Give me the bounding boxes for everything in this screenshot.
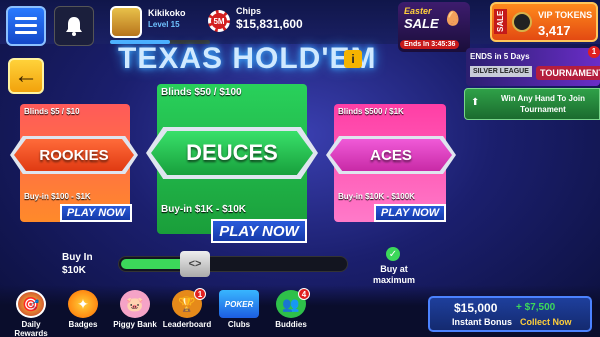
sale-tag-icon: SALE: [494, 8, 507, 34]
buddies-badge: 4: [298, 288, 310, 300]
aces-label: ACES: [330, 139, 452, 171]
aces-blinds: Blinds $500 / $1K: [338, 107, 404, 116]
tournament-league: SILVER LEAGUE: [470, 66, 532, 77]
rookies-label: ROOKIES: [14, 139, 134, 171]
nav-clubs[interactable]: POKER Clubs: [214, 290, 264, 329]
deuces-label: DEUCES: [151, 131, 313, 175]
nav-daily-rewards[interactable]: 🎯 Daily Rewards: [6, 290, 56, 337]
vip-tokens-button[interactable]: SALE VIP TOKENS 3,417: [490, 2, 598, 42]
arrow-left-icon: ←: [14, 62, 38, 89]
nav-label: Daily Rewards: [14, 320, 48, 337]
join-text: Win Any Hand To Join Tournament: [501, 94, 585, 114]
menu-button[interactable]: [6, 6, 46, 46]
deuces-play-button[interactable]: PLAY NOW: [211, 219, 307, 243]
target-icon: 🎯: [16, 290, 46, 318]
easter-sale-button[interactable]: Easter SALE 🥚 Ends In 3:45:36: [398, 2, 470, 52]
buyin-value: $10K: [62, 265, 86, 276]
chips-label: Chips: [236, 6, 262, 16]
avatar[interactable]: [110, 6, 142, 38]
nav-label: Clubs: [227, 320, 251, 329]
bonus-amount: $15,000: [454, 301, 498, 315]
notifications-button[interactable]: [54, 6, 94, 46]
join-tournament-button[interactable]: ⬆ Win Any Hand To Join Tournament: [464, 88, 600, 120]
user-up-icon: ⬆: [471, 97, 480, 108]
aces-buyin: Buy-in $10K - $100K: [338, 192, 415, 201]
nav-label: Badges: [68, 320, 98, 329]
nav-leaderboard[interactable]: 🏆 1 Leaderboard: [162, 288, 212, 329]
tournament-badge: 1: [588, 46, 600, 58]
aces-play-button[interactable]: PLAY NOW: [374, 204, 446, 222]
nav-label: Buddies: [275, 320, 307, 329]
sale-timer: Ends In 3:45:36: [400, 40, 460, 49]
vip-label: VIP TOKENS: [538, 10, 593, 20]
nav-label: Leaderboard: [162, 320, 212, 329]
deuces-buyin: Buy-in $1K - $10K: [161, 204, 247, 215]
slider-handle[interactable]: <>: [180, 251, 210, 277]
vip-coin-icon: [512, 12, 532, 32]
info-button[interactable]: i: [344, 50, 362, 68]
check-icon[interactable]: ✓: [386, 247, 400, 261]
nav-piggy-bank[interactable]: 🐷 Piggy Bank: [110, 290, 160, 329]
tournament-name: TOURNAMENT: [536, 66, 600, 80]
leaderboard-badge: 1: [194, 288, 206, 300]
hamburger-icon: [15, 17, 37, 34]
rookies-blinds: Blinds $5 / $10: [24, 107, 80, 116]
buy-max-label: Buy at maximum: [372, 264, 416, 285]
badge-icon: ✦: [68, 290, 98, 318]
deuces-blinds: Blinds $50 / $100: [161, 87, 242, 98]
bonus-text: Instant Bonus: [452, 317, 512, 327]
buyin-label: Buy In: [62, 252, 93, 263]
chip-icon: 5M: [208, 10, 230, 32]
nav-buddies[interactable]: 👥 4 Buddies: [266, 288, 316, 329]
tournament-banner[interactable]: ENDS in 5 Days SILVER LEAGUE TOURNAMENT …: [466, 46, 600, 86]
username: Kikikoko: [148, 8, 186, 18]
easter-egg-icon: 🥚: [444, 10, 462, 26]
page-title: TEXAS HOLD'EM: [118, 42, 377, 75]
bell-icon: [66, 17, 82, 36]
level-label: Level 15: [148, 20, 180, 29]
vip-value: 3,417: [538, 23, 571, 38]
back-button[interactable]: ←: [8, 58, 44, 94]
bonus-cta: Collect Now: [520, 317, 572, 327]
piggy-bank-icon: 🐷: [120, 290, 150, 318]
buyin-slider[interactable]: [118, 256, 348, 272]
poker-clubs-icon: POKER: [219, 290, 259, 318]
sale-line1: Easter: [404, 6, 432, 16]
nav-badges[interactable]: ✦ Badges: [58, 290, 108, 329]
rookies-play-button[interactable]: PLAY NOW: [60, 204, 132, 222]
nav-label: Piggy Bank: [113, 320, 157, 329]
tournament-ends: ENDS in 5 Days: [470, 52, 530, 61]
instant-bonus-button[interactable]: $15,000 + $7,500 Instant Bonus Collect N…: [428, 296, 592, 332]
chips-value: $15,831,600: [236, 17, 303, 31]
sale-line2: SALE: [404, 16, 439, 31]
rookies-buyin: Buy-in $100 - $1K: [24, 192, 91, 201]
bonus-extra: + $7,500: [516, 302, 556, 313]
